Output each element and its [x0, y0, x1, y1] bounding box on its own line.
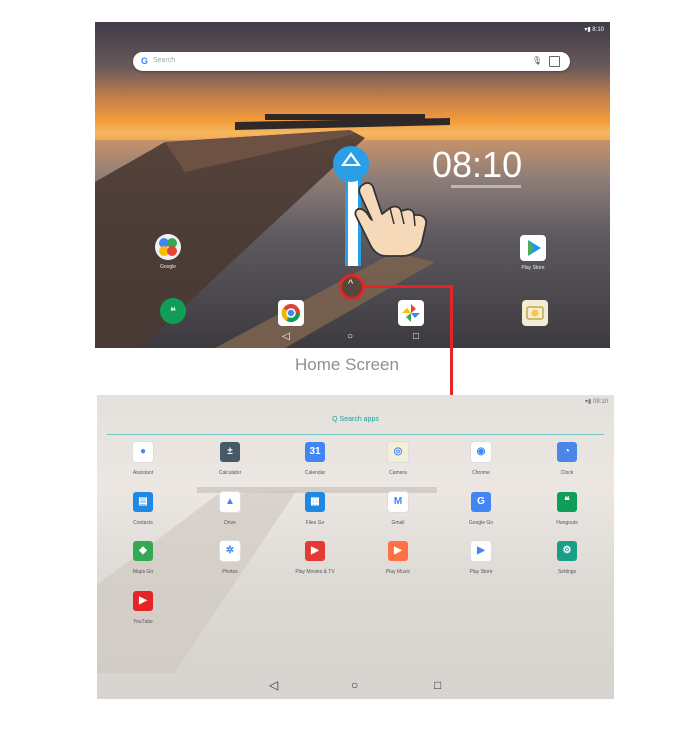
status-bar: ▾▮ 8:10: [584, 27, 604, 33]
app-tile[interactable]: ❝ Hangouts: [537, 492, 597, 536]
home-button[interactable]: ○: [351, 678, 358, 692]
play-store-icon[interactable]: [520, 235, 546, 261]
app-label: Hangouts: [556, 520, 578, 526]
back-button[interactable]: ◁: [282, 331, 290, 342]
swipe-up-arrow-head: [333, 146, 369, 182]
status-bar: ▾▮ 08:10: [585, 399, 608, 405]
search-placeholder: Search: [153, 57, 176, 64]
app-label: Google Go: [468, 520, 494, 526]
app-label: Settings: [557, 569, 577, 575]
app-icon: ▶: [133, 591, 153, 611]
connector-line: [364, 285, 452, 288]
app-tile[interactable]: ◉ Chrome: [451, 442, 511, 486]
app-icon: ◉: [471, 442, 491, 462]
app-tile[interactable]: ▤ Contacts: [113, 492, 173, 536]
app-icon: ●: [133, 442, 153, 462]
app-label: Drive: [224, 520, 236, 526]
recents-button[interactable]: □: [434, 678, 441, 692]
app-label: Play Store: [521, 265, 545, 271]
app-label: Camera: [389, 470, 407, 476]
search-underline: [107, 434, 604, 435]
camera-icon[interactable]: [522, 300, 548, 326]
app-tile[interactable]: ▶ Play Store: [451, 541, 511, 585]
search-apps-field[interactable]: Q Search apps: [97, 416, 614, 423]
chrome-icon[interactable]: [278, 300, 304, 326]
google-g-icon: G: [141, 56, 149, 66]
app-label: Play Movies & TV: [295, 569, 335, 575]
hangouts-icon[interactable]: ❝: [160, 298, 186, 324]
app-icon: ▶: [305, 541, 325, 561]
app-tile[interactable]: ◔ Clock: [537, 442, 597, 486]
app-label: Photos: [222, 569, 238, 575]
app-label: Maps Go: [132, 569, 154, 575]
app-icon: ▤: [133, 492, 153, 512]
app-icon: ⚙: [557, 541, 577, 561]
app-icon: ▲: [220, 492, 240, 512]
google-search-bar[interactable]: G Search 🎙: [133, 52, 570, 71]
app-tile[interactable]: ▦ Files Go: [285, 492, 345, 536]
app-icon: ◔: [557, 442, 577, 462]
app-drawer-handle[interactable]: ^: [339, 274, 365, 300]
app-label: YouTube: [133, 619, 153, 625]
app-label: Calculator: [218, 470, 242, 476]
app-icon: ▦: [305, 492, 325, 512]
app-tile[interactable]: ✲ Photos: [200, 541, 260, 585]
app-icon: ✲: [220, 541, 240, 561]
app-tile[interactable]: ± Calculator: [200, 442, 260, 486]
app-label: Contacts: [133, 520, 153, 526]
app-icon: ◆: [133, 541, 153, 561]
app-label: Play Store: [469, 569, 493, 575]
app-icon: ❝: [557, 492, 577, 512]
app-icon: ▶: [388, 541, 408, 561]
chevron-up-icon: ^: [348, 278, 354, 290]
clock-date-line: [451, 185, 521, 188]
back-button[interactable]: ◁: [269, 678, 278, 692]
app-label: Calendar: [304, 470, 326, 476]
app-label: Chrome: [472, 470, 490, 476]
app-tile[interactable]: ⚙ Settings: [537, 541, 597, 585]
figure-caption: Home Screen: [295, 355, 399, 374]
app-drawer: ▾▮ 08:10 Q Search apps ● Assistant ± Calcul…: [97, 395, 614, 699]
app-icon: ◎: [388, 442, 408, 462]
drawer-nav-bar: ◁ ○ □: [97, 673, 614, 699]
app-label: Files Go: [305, 520, 325, 526]
recents-button[interactable]: □: [413, 331, 419, 342]
app-label: Clock: [560, 470, 574, 476]
app-icon: M: [388, 492, 408, 512]
home-nav-bar: ◁ ○ □: [95, 328, 610, 348]
app-tile[interactable]: M Gmail: [368, 492, 428, 536]
photos-icon[interactable]: [398, 300, 424, 326]
app-tile[interactable]: ● Assistant: [113, 442, 173, 486]
app-label: Google: [159, 264, 177, 270]
app-tile[interactable]: ▶ Play Music: [368, 541, 428, 585]
app-tile[interactable]: ▲ Drive: [200, 492, 260, 536]
app-label: Gmail: [391, 520, 405, 526]
app-tile[interactable]: ◎ Camera: [368, 442, 428, 486]
app-icon: 31: [305, 442, 325, 462]
app-label: Assistant: [132, 470, 154, 476]
app-tile[interactable]: G Google Go: [451, 492, 511, 536]
app-tile[interactable]: ▶ Play Movies & TV: [285, 541, 345, 585]
lens-icon[interactable]: [549, 56, 560, 67]
app-tile[interactable]: ▶ YouTube: [113, 591, 173, 635]
app-tile[interactable]: 31 Calendar: [285, 442, 345, 486]
app-tile[interactable]: ◆ Maps Go: [113, 541, 173, 585]
app-icon: ±: [220, 442, 240, 462]
google-folder-icon[interactable]: [155, 234, 181, 260]
pointing-hand-icon: [354, 181, 428, 257]
clock-widget[interactable]: 08:10: [432, 144, 522, 186]
app-label: Play Music: [385, 569, 411, 575]
mic-icon[interactable]: 🎙: [532, 56, 542, 65]
home-button[interactable]: ○: [347, 331, 353, 342]
app-icon: G: [471, 492, 491, 512]
svg-text:❝: ❝: [170, 305, 176, 318]
app-icon: ▶: [471, 541, 491, 561]
